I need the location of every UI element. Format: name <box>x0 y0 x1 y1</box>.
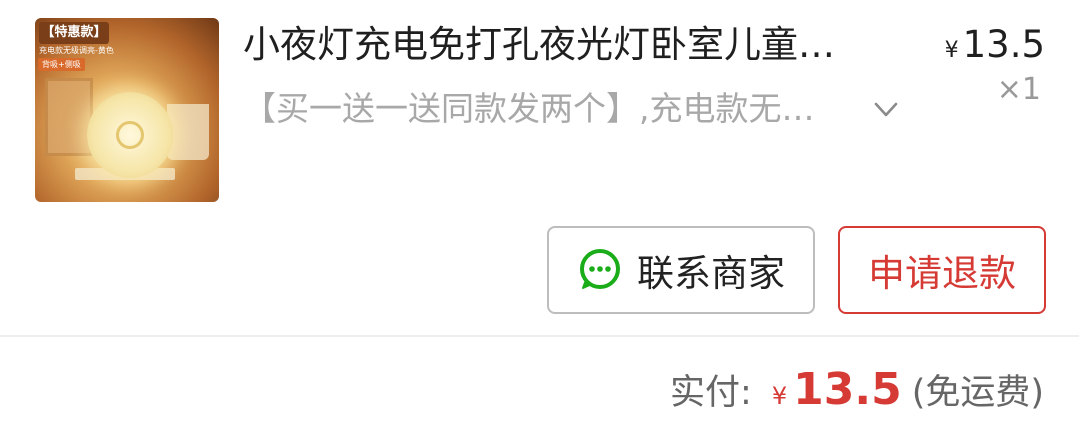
image-tag: 背吸+侧吸 <box>38 58 85 71</box>
payment-summary: 实付: ¥ 13.5 (免运费) <box>670 364 1044 424</box>
currency-symbol: ¥ <box>944 38 959 63</box>
image-subtitle: 充电款无级调亮-黄色 <box>39 46 114 55</box>
chevron-down-icon <box>871 94 901 124</box>
product-title[interactable]: 小夜灯充电免打孔夜光灯卧室儿童… <box>243 20 883 70</box>
image-picture-frame <box>45 78 93 156</box>
product-image[interactable]: 【特惠款】 充电款无级调亮-黄色 背吸+侧吸 <box>35 18 219 202</box>
image-lamp-ring <box>116 121 144 149</box>
divider <box>0 335 1079 337</box>
spec-text: 【买一送一送同款发两个】,充电款无… <box>243 89 815 128</box>
shipping-note: (免运费) <box>911 373 1044 413</box>
wechat-chat-icon <box>577 247 623 293</box>
image-lamp <box>87 92 173 178</box>
price-amount: 13.5 <box>962 23 1045 66</box>
spec-selector[interactable]: 【买一送一送同款发两个】,充电款无… <box>243 86 901 132</box>
order-item: 【特惠款】 充电款无级调亮-黄色 背吸+侧吸 小夜灯充电免打孔夜光灯卧室儿童… … <box>0 0 1079 335</box>
request-refund-label: 申请退款 <box>868 252 1016 295</box>
image-cup <box>167 104 209 160</box>
contact-seller-label: 联系商家 <box>637 252 785 295</box>
total-currency-symbol: ¥ <box>771 382 788 410</box>
image-badge: 【特惠款】 <box>39 22 109 44</box>
total-amount: 13.5 <box>793 364 902 415</box>
paid-label: 实付: <box>670 373 752 413</box>
request-refund-button[interactable]: 申请退款 <box>838 226 1046 314</box>
product-price: ¥13.5 <box>945 20 1045 70</box>
product-quantity: ×1 <box>996 72 1041 107</box>
contact-seller-button[interactable]: 联系商家 <box>547 226 815 314</box>
